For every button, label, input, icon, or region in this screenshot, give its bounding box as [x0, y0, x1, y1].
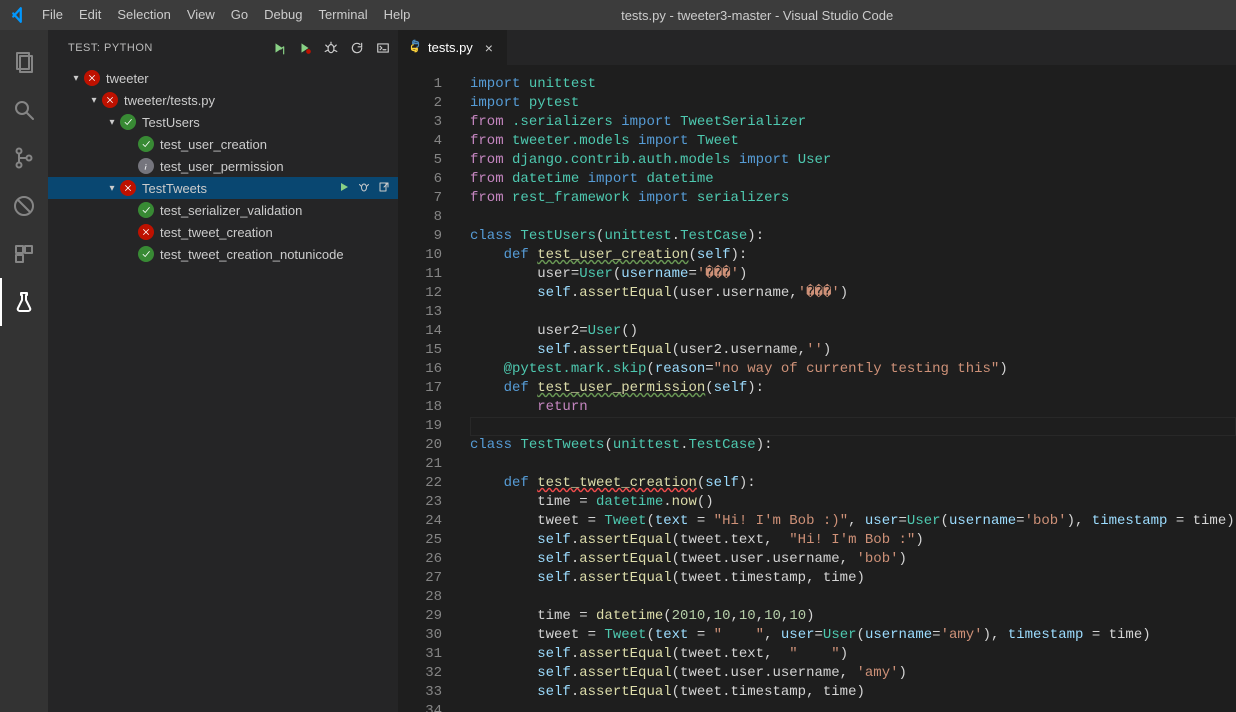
- menu-terminal[interactable]: Terminal: [310, 0, 375, 30]
- close-tab-icon[interactable]: ×: [485, 40, 493, 56]
- editor: tests.py × 12345678910111213141516171819…: [398, 30, 1236, 712]
- test-icon[interactable]: [0, 278, 48, 326]
- tree-label: TestTweets: [142, 181, 207, 196]
- open-test-icon[interactable]: [378, 181, 390, 196]
- menu-help[interactable]: Help: [376, 0, 419, 30]
- python-file-icon: [408, 39, 422, 56]
- tree-item-test_user_creation[interactable]: test_user_creation: [48, 133, 398, 155]
- tree-item-test_tweet_creation_notunicode[interactable]: test_tweet_creation_notunicode: [48, 243, 398, 265]
- tree-label: test_user_creation: [160, 137, 267, 152]
- tree-label: test_serializer_validation: [160, 203, 302, 218]
- menu-edit[interactable]: Edit: [71, 0, 109, 30]
- tab-filename: tests.py: [428, 40, 473, 55]
- tree-item-TestUsers[interactable]: ▾TestUsers: [48, 111, 398, 133]
- run-test-icon[interactable]: [338, 181, 350, 196]
- panel-actions: [272, 41, 390, 55]
- activity-bar: [0, 30, 48, 712]
- explorer-icon[interactable]: [0, 38, 48, 86]
- code-area[interactable]: 1234567891011121314151617181920212223242…: [398, 65, 1236, 712]
- run-failed-tests-icon[interactable]: [298, 41, 312, 55]
- test-tree[interactable]: ▾tweeter▾tweeter/tests.py▾TestUsers test_…: [48, 65, 398, 712]
- tree-label: tweeter/tests.py: [124, 93, 215, 108]
- tree-item-test_serializer_validation[interactable]: test_serializer_validation: [48, 199, 398, 221]
- run-all-tests-icon[interactable]: [272, 41, 286, 55]
- vscode-logo-icon: [0, 6, 34, 24]
- extensions-icon[interactable]: [0, 230, 48, 278]
- debug-test-icon[interactable]: [358, 181, 370, 196]
- code-content[interactable]: import unittestimport pytestfrom .serial…: [460, 65, 1236, 712]
- menu-go[interactable]: Go: [223, 0, 256, 30]
- window-title: tests.py - tweeter3-master - Visual Stud…: [418, 8, 1096, 23]
- menu-view[interactable]: View: [179, 0, 223, 30]
- refresh-icon[interactable]: [350, 41, 364, 55]
- tree-label: test_user_permission: [160, 159, 284, 174]
- tree-item-test_user_permission[interactable]: test_user_permission: [48, 155, 398, 177]
- menu-file[interactable]: File: [34, 0, 71, 30]
- titlebar: FileEditSelectionViewGoDebugTerminalHelp…: [0, 0, 1236, 30]
- search-icon[interactable]: [0, 86, 48, 134]
- debug-icon[interactable]: [0, 182, 48, 230]
- source-control-icon[interactable]: [0, 134, 48, 182]
- tree-item-tweeter-tests-py[interactable]: ▾tweeter/tests.py: [48, 89, 398, 111]
- menu-selection[interactable]: Selection: [109, 0, 178, 30]
- line-numbers: 1234567891011121314151617181920212223242…: [398, 65, 460, 712]
- tab-tests-py[interactable]: tests.py ×: [398, 30, 508, 65]
- tree-item-test_tweet_creation[interactable]: test_tweet_creation: [48, 221, 398, 243]
- test-explorer-panel: TEST: PYTHON ▾tweeter▾tweeter/tests.py▾T…: [48, 30, 398, 712]
- tab-bar: tests.py ×: [398, 30, 1236, 65]
- tree-label: test_tweet_creation: [160, 225, 273, 240]
- tree-label: test_tweet_creation_notunicode: [160, 247, 344, 262]
- tree-label: tweeter: [106, 71, 149, 86]
- tree-item-tweeter[interactable]: ▾tweeter: [48, 67, 398, 89]
- menubar: FileEditSelectionViewGoDebugTerminalHelp: [34, 0, 418, 30]
- panel-header: TEST: PYTHON: [48, 30, 398, 65]
- debug-tests-icon[interactable]: [324, 41, 338, 55]
- show-output-icon[interactable]: [376, 41, 390, 55]
- menu-debug[interactable]: Debug: [256, 0, 310, 30]
- panel-title: TEST: PYTHON: [68, 42, 153, 54]
- tree-item-TestTweets[interactable]: ▾TestTweets: [48, 177, 398, 199]
- tree-label: TestUsers: [142, 115, 200, 130]
